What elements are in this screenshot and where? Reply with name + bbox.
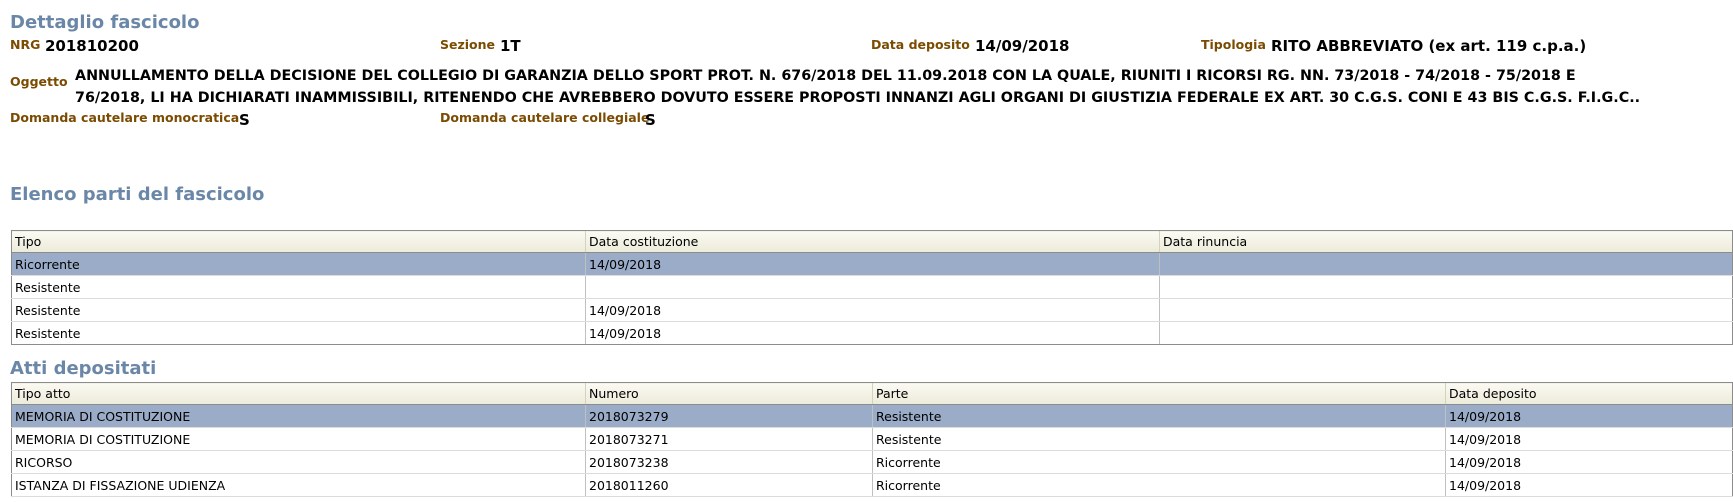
collegiale-value: S bbox=[645, 111, 656, 129]
parti-title: Elenco parti del fascicolo bbox=[10, 184, 265, 205]
table-row[interactable]: MEMORIA DI COSTITUZIONE 2018073271 Resis… bbox=[11, 427, 1733, 451]
collegiale-label: Domanda cautelare collegiale bbox=[440, 110, 650, 125]
parti-cell-data-rinuncia bbox=[1159, 321, 1733, 345]
parti-col-tipo[interactable]: Tipo bbox=[11, 230, 586, 253]
atti-cell-data-deposito: 14/09/2018 bbox=[1445, 473, 1733, 497]
atti-col-tipo-atto[interactable]: Tipo atto bbox=[11, 382, 586, 405]
tipologia-label: Tipologia bbox=[1201, 37, 1266, 52]
data-deposito-label: Data deposito bbox=[871, 37, 970, 52]
atti-table: Tipo atto Numero Parte Data deposito MEM… bbox=[11, 382, 1733, 497]
atti-cell-numero: 2018073279 bbox=[585, 404, 873, 428]
parti-cell-tipo: Ricorrente bbox=[11, 252, 586, 276]
parti-cell-tipo: Resistente bbox=[11, 298, 586, 322]
parti-cell-data-rinuncia bbox=[1159, 298, 1733, 322]
parti-cell-data-costituzione bbox=[585, 275, 1160, 299]
table-row[interactable]: ISTANZA DI FISSAZIONE UDIENZA 2018011260… bbox=[11, 473, 1733, 497]
atti-col-parte[interactable]: Parte bbox=[872, 382, 1446, 405]
table-row[interactable]: Resistente bbox=[11, 275, 1733, 299]
parti-cell-data-costituzione: 14/09/2018 bbox=[585, 252, 1160, 276]
parti-col-data-costituzione[interactable]: Data costituzione bbox=[585, 230, 1160, 253]
oggetto-line-2: 76/2018, LI HA DICHIARATI INAMMISSIBILI,… bbox=[75, 90, 1641, 106]
oggetto-label: Oggetto bbox=[10, 74, 68, 89]
dettaglio-title: Dettaglio fascicolo bbox=[10, 12, 200, 33]
atti-cell-numero: 2018073271 bbox=[585, 427, 873, 451]
table-row[interactable]: RICORSO 2018073238 Ricorrente 14/09/2018 bbox=[11, 450, 1733, 474]
oggetto-value: ANNULLAMENTO DELLA DECISIONE DEL COLLEGI… bbox=[75, 65, 1730, 109]
atti-cell-parte: Resistente bbox=[872, 404, 1446, 428]
table-row[interactable]: Ricorrente 14/09/2018 bbox=[11, 252, 1733, 276]
parti-cell-tipo: Resistente bbox=[11, 321, 586, 345]
sezione-label: Sezione bbox=[440, 37, 496, 52]
parti-col-data-rinuncia[interactable]: Data rinuncia bbox=[1159, 230, 1733, 253]
parti-header-row: Tipo Data costituzione Data rinuncia bbox=[11, 230, 1733, 253]
atti-cell-data-deposito: 14/09/2018 bbox=[1445, 450, 1733, 474]
atti-cell-data-deposito: 14/09/2018 bbox=[1445, 404, 1733, 428]
sezione-value: 1T bbox=[500, 37, 521, 55]
atti-col-numero[interactable]: Numero bbox=[585, 382, 873, 405]
parti-cell-data-costituzione: 14/09/2018 bbox=[585, 298, 1160, 322]
atti-col-data-deposito[interactable]: Data deposito bbox=[1445, 382, 1733, 405]
nrg-value: 201810200 bbox=[45, 37, 139, 55]
monocratica-label: Domanda cautelare monocratica bbox=[10, 110, 240, 125]
atti-cell-tipo-atto: MEMORIA DI COSTITUZIONE bbox=[11, 427, 586, 451]
atti-header-row: Tipo atto Numero Parte Data deposito bbox=[11, 382, 1733, 405]
atti-cell-tipo-atto: RICORSO bbox=[11, 450, 586, 474]
atti-cell-data-deposito: 14/09/2018 bbox=[1445, 427, 1733, 451]
parti-table: Tipo Data costituzione Data rinuncia Ric… bbox=[11, 230, 1733, 345]
atti-cell-numero: 2018073238 bbox=[585, 450, 873, 474]
atti-title: Atti depositati bbox=[10, 358, 157, 379]
atti-cell-tipo-atto: ISTANZA DI FISSAZIONE UDIENZA bbox=[11, 473, 586, 497]
monocratica-value: S bbox=[239, 111, 250, 129]
parti-cell-data-rinuncia bbox=[1159, 275, 1733, 299]
atti-cell-parte: Ricorrente bbox=[872, 450, 1446, 474]
table-row[interactable]: MEMORIA DI COSTITUZIONE 2018073279 Resis… bbox=[11, 404, 1733, 428]
parti-cell-tipo: Resistente bbox=[11, 275, 586, 299]
parti-cell-data-rinuncia bbox=[1159, 252, 1733, 276]
oggetto-line-1: ANNULLAMENTO DELLA DECISIONE DEL COLLEGI… bbox=[75, 68, 1576, 84]
tipologia-value: RITO ABBREVIATO (ex art. 119 c.p.a.) bbox=[1271, 37, 1587, 55]
atti-cell-tipo-atto: MEMORIA DI COSTITUZIONE bbox=[11, 404, 586, 428]
table-row[interactable]: Resistente 14/09/2018 bbox=[11, 321, 1733, 345]
nrg-label: NRG bbox=[10, 37, 41, 52]
data-deposito-value: 14/09/2018 bbox=[975, 37, 1070, 55]
atti-cell-numero: 2018011260 bbox=[585, 473, 873, 497]
atti-cell-parte: Resistente bbox=[872, 427, 1446, 451]
table-row[interactable]: Resistente 14/09/2018 bbox=[11, 298, 1733, 322]
atti-cell-parte: Ricorrente bbox=[872, 473, 1446, 497]
parti-cell-data-costituzione: 14/09/2018 bbox=[585, 321, 1160, 345]
